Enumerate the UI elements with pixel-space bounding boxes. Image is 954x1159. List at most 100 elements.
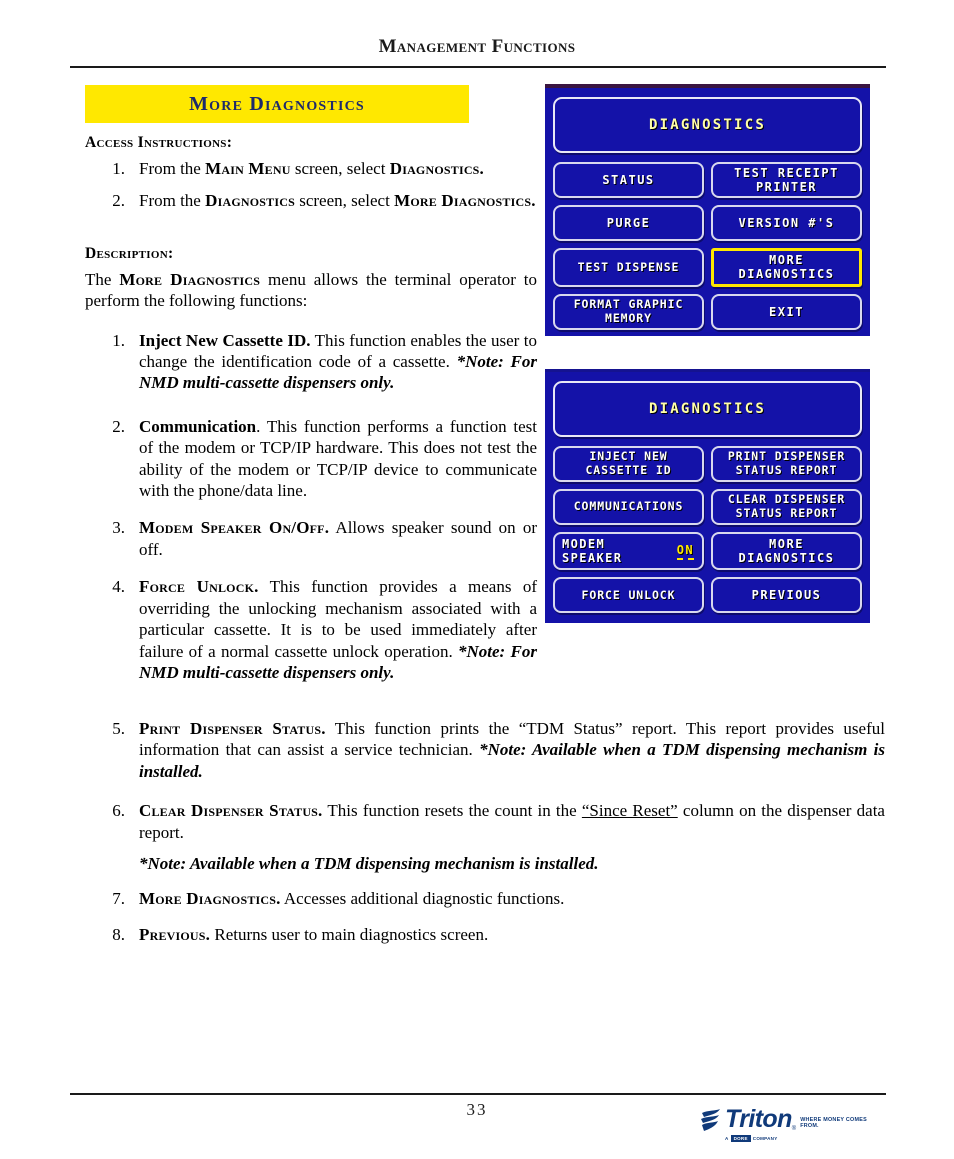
list-item-number: 5. (112, 719, 125, 738)
atm-button-inject-new-cassette-id[interactable]: INJECT NEW CASSETTE ID (553, 446, 704, 482)
list-item: 1. Inject New Cassette ID. This function … (85, 330, 537, 394)
description-intro-bold: More Diagnostics (119, 269, 261, 289)
footer-divider (70, 1093, 886, 1095)
description-items-list: 1. Inject New Cassette ID. This function … (85, 330, 537, 684)
atm-button-label: PURGE (606, 216, 651, 231)
list-item: 5. Print Dispenser Status. This function … (85, 718, 885, 782)
atm-button-label: CLEAR DISPENSER STATUS REPORT (727, 492, 846, 520)
list-item-text-before: From the (139, 159, 206, 178)
atm-button-format-graphic-memory[interactable]: FORMAT GRAPHIC MEMORY (553, 293, 704, 330)
list-item-term: Clear Dispenser Status. (139, 801, 323, 821)
list-item-term: More Diagnostics. (139, 889, 281, 909)
atm-button-label: TEST RECEIPT PRINTER (734, 166, 839, 195)
atm-button-test-dispense[interactable]: TEST DISPENSE (553, 248, 704, 287)
header-divider (70, 66, 886, 68)
atm-button-label: INJECT NEW CASSETTE ID (585, 449, 672, 477)
list-item: 1. From the Main Menu screen, select Diag… (85, 158, 537, 179)
list-item: 6. Clear Dispenser Status. This function … (85, 800, 885, 874)
atm-button-version-numbers[interactable]: VERSION #'S (711, 205, 862, 242)
atm-screen-title: DIAGNOSTICS (553, 97, 862, 153)
list-item-body-pre: This function resets the count in the (322, 801, 582, 821)
atm-button-label: PRINT DISPENSER STATUS REPORT (727, 449, 846, 477)
atm-button-previous[interactable]: PREVIOUS (711, 577, 862, 614)
triton-logo: Triton ® WHERE MONEY COMES FROM. A DORE … (700, 1107, 875, 1147)
atm-button-more-diagnostics[interactable]: MORE DIAGNOSTICS (711, 532, 862, 571)
atm-button-modem-speaker[interactable]: MODEM SPEAKER ON (553, 532, 704, 571)
triton-tagline: WHERE MONEY COMES FROM. (800, 1117, 867, 1129)
list-item-bold-1: Main Menu (205, 159, 291, 178)
atm-screen-title: DIAGNOSTICS (553, 381, 862, 437)
list-item-number: 7. (112, 889, 125, 909)
atm-button-label: COMMUNICATIONS (573, 499, 684, 514)
atm-button-label: MORE DIAGNOSTICS (738, 537, 835, 566)
atm-button-label: TEST DISPENSE (577, 259, 680, 274)
section-banner-label: More Diagnostics (189, 92, 365, 115)
atm-button-clear-dispenser-status-report[interactable]: CLEAR DISPENSER STATUS REPORT (711, 489, 862, 525)
triton-logo-words: Triton ® WHERE MONEY COMES FROM. A DORE … (725, 1107, 875, 1142)
atm-button-exit[interactable]: EXIT (711, 293, 862, 330)
atm-button-test-receipt-printer[interactable]: TEST RECEIPT PRINTER (711, 162, 862, 199)
full-width-text-block: 5. Print Dispenser Status. This function … (85, 718, 885, 956)
list-item-term: Modem Speaker On/Off. (139, 518, 330, 538)
atm-screen-title-label: DIAGNOSTICS (649, 117, 766, 133)
atm-button-grid: INJECT NEW CASSETTE ID PRINT DISPENSER S… (553, 446, 862, 614)
atm-button-status[interactable]: STATUS (553, 162, 704, 199)
atm-button-grid: STATUS TEST RECEIPT PRINTER PURGE VERSIO… (553, 162, 862, 330)
triton-subbar-chip: DORE (730, 1135, 751, 1142)
list-item-number: 3. (112, 518, 125, 538)
list-item-number: 6. (112, 801, 125, 821)
atm-screen-diagnostics-main: DIAGNOSTICS STATUS TEST RECEIPT PRINTER … (545, 84, 870, 336)
list-item-sub-note: *Note: Available when a TDM dispensing m… (139, 854, 599, 874)
registered-mark-icon: ® (791, 1126, 797, 1132)
description-intro: The More Diagnostics menu allows the ter… (85, 269, 537, 312)
triton-brand-name: Triton (725, 1105, 792, 1133)
atm-screen-title-label: DIAGNOSTICS (649, 401, 766, 417)
atm-button-label: PREVIOUS (751, 588, 822, 603)
atm-button-label: VERSION #'S (738, 216, 835, 231)
list-item: 2. Communication. This function performs … (85, 416, 537, 502)
atm-button-label: MORE DIAGNOSTICS (738, 253, 835, 282)
description-heading: Description: (85, 244, 174, 262)
list-item-text-mid: screen, select (290, 159, 390, 178)
section-banner: More Diagnostics (85, 85, 469, 123)
list-item: 3. Modem Speaker On/Off. Allows speaker s… (85, 517, 537, 560)
atm-button-label: FORCE UNLOCK (581, 587, 676, 602)
list-item-number: 2. (112, 416, 125, 436)
left-text-column: Access Instructions: 1. From the Main Men… (85, 134, 537, 694)
list-item-text-mid: screen, select (294, 191, 395, 211)
list-item-term: Previous. (139, 924, 211, 944)
access-instructions-heading: Access Instructions: (85, 134, 233, 151)
list-item: 8. Previous. Returns user to main diagnos… (85, 924, 885, 945)
atm-button-purge[interactable]: PURGE (553, 205, 704, 242)
list-item-bold-2: Diagnostics. (389, 159, 485, 178)
atm-button-modem-speaker-value: ON (676, 543, 694, 560)
atm-button-communications[interactable]: COMMUNICATIONS (553, 489, 704, 525)
list-item: 4. Force Unlock. This function provides a… (85, 576, 537, 683)
list-item-number: 2. (112, 191, 125, 211)
list-item-number: 4. (112, 577, 125, 597)
description-items-wide-list: 5. Print Dispenser Status. This function … (85, 718, 885, 945)
atm-button-force-unlock[interactable]: FORCE UNLOCK (553, 577, 704, 614)
atm-button-label: FORMAT GRAPHIC MEMORY (573, 297, 684, 325)
description-intro-before: The (85, 269, 120, 289)
triton-subbar-suffix: COMPANY (752, 1136, 778, 1141)
triton-subbar: A DORE COMPANY (725, 1135, 875, 1142)
list-item-body-underline: “Since Reset” (581, 801, 678, 821)
list-item-body: Returns user to main diagnostics screen. (210, 924, 489, 944)
atm-button-more-diagnostics[interactable]: MORE DIAGNOSTICS (711, 248, 862, 287)
list-item-body: Accesses additional diagnostic functions… (280, 889, 565, 909)
page-header: Management Functions (0, 36, 954, 58)
triton-wave-icon (700, 1109, 722, 1138)
atm-button-label: STATUS (602, 173, 655, 188)
list-item-term: Communication (139, 416, 257, 436)
list-item: 7. More Diagnostics. Accesses additional … (85, 888, 885, 909)
list-item-bold-2: More Diagnostics. (394, 191, 536, 211)
list-item-number: 1. (112, 159, 125, 178)
atm-button-print-dispenser-status-report[interactable]: PRINT DISPENSER STATUS REPORT (711, 446, 862, 482)
triton-subbar-prefix: A (725, 1136, 729, 1141)
atm-screen-more-diagnostics: DIAGNOSTICS INJECT NEW CASSETTE ID PRINT… (545, 369, 870, 623)
atm-button-label: EXIT (769, 304, 804, 319)
list-item-number: 8. (112, 924, 125, 944)
